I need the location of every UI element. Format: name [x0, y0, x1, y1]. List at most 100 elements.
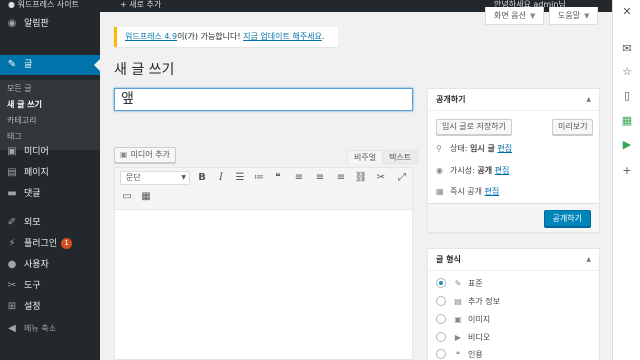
comment-icon: ▬ [7, 188, 17, 199]
format-option-quote[interactable]: ❝ 인용 [436, 349, 483, 360]
radio-button[interactable] [436, 314, 446, 324]
menu-item-label: 외모 [24, 218, 41, 228]
menu-item-label: 글 [24, 60, 33, 70]
menu-item-label: 사용자 [24, 260, 49, 270]
page-title: 새 글 쓰기 [114, 62, 175, 78]
radio-button[interactable] [436, 332, 446, 342]
post-format-box-title-text: 글 형식 [436, 255, 461, 264]
radio-button[interactable] [436, 278, 446, 288]
menu-item-users[interactable]: ● 사용자 [0, 255, 100, 275]
notice-text: 이(가) 가능합니다! [177, 32, 244, 41]
italic-icon[interactable]: I [214, 171, 228, 185]
close-icon[interactable]: ✕ [621, 6, 633, 18]
update-count-badge: 1 [61, 238, 73, 249]
fullscreen-icon[interactable]: ⤢ [395, 171, 409, 185]
menu-item-posts[interactable]: ✎ 글 [0, 55, 100, 75]
help-label: 도움말 [558, 11, 581, 20]
format-option-standard[interactable]: ✎ 표준 [436, 278, 483, 290]
add-icon[interactable]: + [621, 165, 633, 177]
radio-button[interactable] [436, 349, 446, 359]
submenu-add-new[interactable]: 새 글 쓰기 [7, 100, 42, 110]
update-notice: 워드프레스 4.9이(가) 가능합니다! 지금 업데이트 해주세요. [114, 27, 338, 47]
screen-options-tab[interactable]: 화면 옵션 ▼ [485, 7, 545, 25]
edit-schedule-link[interactable]: 편집 [485, 187, 500, 196]
menu-item-appearance[interactable]: ✐ 외모 [0, 213, 100, 233]
menu-item-collapse[interactable]: ◀ 메뉴 축소 [0, 319, 100, 339]
document-icon[interactable]: ▯ [621, 90, 633, 102]
insert-more-icon[interactable]: ▭ [120, 190, 134, 204]
preview-button[interactable]: 미리보기 [552, 119, 594, 135]
post-format-box: 글 형식 ▲ ✎ 표준 ▤ 추가 정보 ▣ 이미지 ▶ 비디오 ❝ 인용 [427, 248, 600, 360]
format-option-image[interactable]: ▣ 이미지 [436, 314, 490, 326]
tab-text[interactable]: 텍스트 [382, 150, 419, 164]
mail-icon[interactable]: ✉ [621, 43, 633, 55]
menu-item-media[interactable]: ▣ 미디어 [0, 142, 100, 162]
menu-item-label: 메뉴 축소 [24, 324, 56, 333]
admin-bar-new[interactable]: + 새로 추가 [120, 0, 161, 12]
menu-item-label-text: 플러그인 [24, 239, 58, 249]
menu-item-pages[interactable]: ▤ 페이지 [0, 163, 100, 183]
visibility-value: 공개 [477, 166, 493, 175]
menu-item-label: 설정 [24, 302, 41, 312]
submenu-all-posts[interactable]: 모든 글 [7, 84, 32, 94]
update-now-link[interactable]: 지금 업데이트 해주세요 [243, 32, 322, 41]
menu-item-comments[interactable]: ▬ 댓글 [0, 184, 100, 204]
add-media-button[interactable]: ▣ 미디어 추가 [114, 147, 176, 163]
collapse-arrow-icon[interactable]: ▲ [586, 89, 591, 111]
version-link[interactable]: 워드프레스 4.9 [125, 32, 177, 41]
radio-button[interactable] [436, 296, 446, 306]
bold-icon[interactable]: B [195, 171, 209, 185]
format-select[interactable]: 문단 ▼ [120, 171, 190, 185]
sheet-icon[interactable]: ▦ [621, 115, 633, 127]
format-option-aside[interactable]: ▤ 추가 정보 [436, 296, 500, 308]
collapse-arrow-icon[interactable]: ▲ [586, 249, 591, 271]
format-option-video[interactable]: ▶ 비디오 [436, 332, 490, 344]
tab-visual[interactable]: 비주얼 [347, 150, 384, 164]
page-icon: ▤ [7, 167, 17, 178]
format-option-label: 이미지 [468, 315, 491, 324]
submenu-tags[interactable]: 태그 [7, 132, 22, 142]
align-right-icon[interactable]: ≡ [334, 171, 348, 185]
publish-button[interactable]: 공개하기 [543, 210, 591, 227]
link-icon[interactable]: ⛓ [354, 171, 368, 185]
bullet-list-icon[interactable]: ☰ [233, 171, 247, 185]
media-icon: ▣ [120, 150, 128, 159]
edit-visibility-link[interactable]: 편집 [495, 166, 510, 175]
settings-icon: ⊞ [7, 301, 17, 312]
video-icon: ▶ [454, 333, 462, 342]
format-option-label: 표준 [468, 279, 483, 288]
publish-box: 공개하기 ▲ 임시 글로 저장하기 미리보기 ⚲ 상태: 임시 글 편집 ◉ 가시성… [427, 88, 600, 233]
submenu-categories[interactable]: 카테고리 [7, 116, 36, 126]
numbered-list-icon[interactable]: ≔ [252, 171, 266, 185]
user-icon: ● [7, 259, 17, 270]
editor-content-area[interactable] [114, 209, 413, 360]
menu-item-dashboard[interactable]: ◉ 알림판 [0, 14, 100, 34]
edit-status-link[interactable]: 편집 [497, 144, 512, 153]
unlink-icon[interactable]: ✂ [374, 171, 388, 185]
chevron-down-icon: ▼ [584, 12, 590, 20]
visibility-row: ◉ 가시성: 공개 편집 [436, 166, 509, 176]
wrench-icon: ✂ [7, 280, 17, 291]
align-left-icon[interactable]: ≡ [292, 171, 306, 185]
post-status-row: ⚲ 상태: 임시 글 편집 [436, 144, 512, 154]
menu-item-plugins[interactable]: ⚡ 플러그인 1 [0, 234, 100, 254]
publish-actions: 공개하기 [428, 203, 599, 232]
help-tab[interactable]: 도움말 ▼ [549, 7, 599, 25]
save-draft-button[interactable]: 임시 글로 저장하기 [436, 119, 512, 135]
publish-box-title: 공개하기 [428, 89, 599, 111]
aside-icon: ▤ [454, 297, 462, 306]
align-center-icon[interactable]: ≡ [313, 171, 327, 185]
editor-toolbar: 문단 ▼ B I ☰ ≔ ❝ ≡ ≡ ≡ ⛓ ✂ ⤢ ▭ ▦ [114, 167, 413, 209]
star-icon[interactable]: ☆ [621, 66, 633, 78]
blockquote-icon[interactable]: ❝ [271, 171, 285, 185]
menu-item-label: 알림판 [24, 19, 49, 29]
add-media-label: 미디어 추가 [130, 150, 170, 159]
admin-bar-site-name[interactable]: ● 워드프레스 사이트 [8, 0, 79, 12]
toolbar-toggle-icon[interactable]: ▦ [139, 190, 153, 204]
menu-item-settings[interactable]: ⊞ 설정 [0, 297, 100, 317]
post-title-input[interactable]: 앺 [114, 88, 413, 111]
play-icon[interactable]: ▶ [621, 139, 633, 151]
format-select-value: 문단 [126, 173, 141, 182]
menu-item-tools[interactable]: ✂ 도구 [0, 276, 100, 296]
format-option-label: 추가 정보 [468, 297, 500, 306]
